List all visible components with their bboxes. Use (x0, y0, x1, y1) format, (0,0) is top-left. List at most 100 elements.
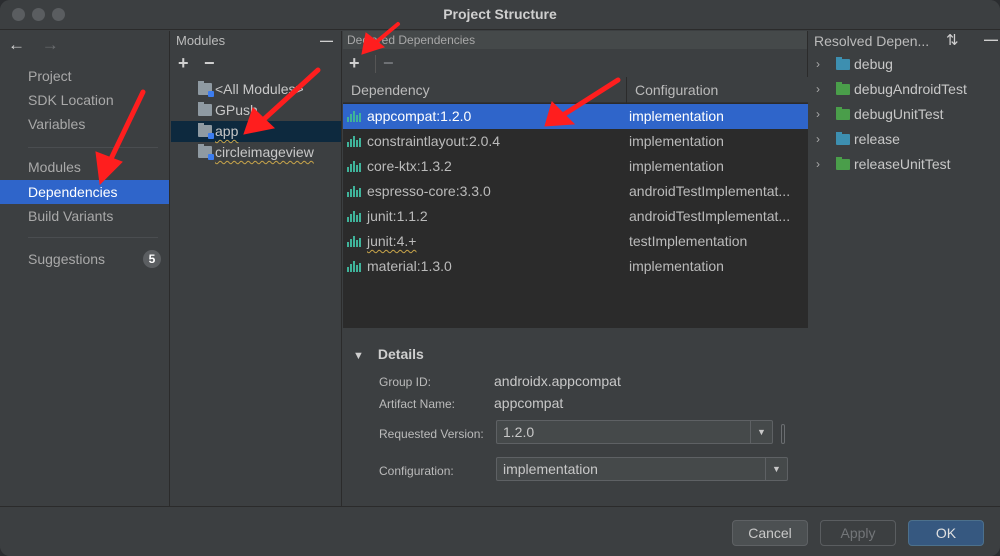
chevron-right-icon[interactable]: › (816, 152, 820, 177)
nav-item-suggestions[interactable]: Suggestions 5 (0, 247, 169, 271)
module-item-gpush[interactable]: GPush (171, 100, 341, 121)
suggestions-count-badge: 5 (143, 250, 161, 268)
module-item-app[interactable]: app (171, 121, 341, 142)
resolved-item-label: debugAndroidTest (854, 81, 967, 97)
sort-icon[interactable]: ⇅ (946, 31, 959, 49)
remove-module-button[interactable]: − (204, 53, 215, 74)
table-row[interactable]: core-ktx:1.3.2 implementation (343, 154, 808, 179)
nav-item-modules[interactable]: Modules (0, 155, 169, 179)
group-id-value: androidx.appcompat (494, 373, 621, 389)
module-folder-icon (198, 123, 214, 139)
details-panel: ▼ Details Group ID: androidx.appcompat Ar… (343, 327, 808, 506)
modules-header-label: Modules (176, 33, 226, 48)
folder-icon (836, 82, 850, 95)
forward-arrow-icon[interactable]: → (42, 35, 59, 54)
back-arrow-icon[interactable]: ← (8, 35, 25, 54)
nav-item-project[interactable]: Project (0, 64, 169, 88)
project-structure-dialog: Project Structure ← → Project SDK Locati… (0, 0, 1000, 556)
collapse-icon[interactable]: — (320, 31, 333, 51)
resolved-item[interactable]: › debug (809, 52, 1000, 77)
chevron-down-icon[interactable]: ▼ (765, 458, 787, 480)
library-icon (347, 186, 362, 197)
dependencies-table: Dependency Configuration appcompat:1.2.0… (343, 77, 808, 327)
declared-dependencies-header: Declared Dependencies (343, 31, 807, 49)
library-icon (347, 236, 362, 247)
library-icon (347, 261, 362, 272)
module-label: circleimageview (215, 144, 314, 160)
column-header-configuration[interactable]: Configuration (626, 77, 808, 103)
configuration-label: Configuration: (379, 464, 454, 478)
dependency-configuration: implementation (629, 258, 724, 274)
version-scroll-handle[interactable] (781, 424, 785, 444)
details-title[interactable]: ▼ Details (353, 346, 424, 362)
nav-item-variables[interactable]: Variables (0, 112, 169, 136)
requested-version-combo[interactable]: 1.2.0 ▼ (496, 420, 773, 444)
module-folder-icon (198, 81, 214, 97)
dependency-name: junit:4.+ (367, 233, 417, 249)
artifact-name-value: appcompat (494, 395, 564, 411)
dependency-name: junit:1.1.2 (367, 208, 428, 224)
module-item-all-modules[interactable]: <All Modules> (171, 79, 341, 100)
resolved-item[interactable]: › debugUnitTest (809, 102, 1000, 127)
requested-version-label: Requested Version: (379, 427, 484, 441)
table-row[interactable]: junit:4.+ testImplementation (343, 229, 808, 254)
title-bar: Project Structure (0, 0, 1000, 30)
module-folder-icon (198, 102, 212, 116)
library-icon (347, 161, 362, 172)
dialog-footer: Cancel Apply OK (0, 506, 1000, 556)
add-module-button[interactable]: + (178, 53, 189, 74)
table-row[interactable]: material:1.3.0 implementation (343, 254, 808, 279)
collapse-icon[interactable]: — (984, 31, 998, 47)
details-title-label: Details (377, 346, 424, 362)
nav-item-label: Suggestions (28, 251, 106, 267)
cancel-button[interactable]: Cancel (732, 520, 808, 546)
add-dependency-button[interactable]: + (349, 53, 360, 74)
table-row[interactable]: appcompat:1.2.0 implementation (343, 104, 808, 129)
group-id-label: Group ID: (379, 375, 432, 389)
nav-sidebar: ← → Project SDK Location Variables Modul… (0, 31, 170, 506)
chevron-right-icon[interactable]: › (816, 102, 820, 127)
dependency-name: appcompat:1.2.0 (367, 108, 472, 124)
dependency-configuration: testImplementation (629, 233, 748, 249)
resolved-dependencies-pane: Resolved Depen... ⇅ — › debug › debugAndroi… (809, 31, 1000, 506)
dependency-name: constraintlayout:2.0.4 (367, 133, 501, 149)
nav-item-build-variants[interactable]: Build Variants (0, 204, 169, 228)
module-folder-icon (198, 144, 214, 160)
dependency-configuration: implementation (629, 108, 724, 124)
nav-divider (28, 237, 158, 238)
folder-icon (836, 132, 850, 145)
collapse-triangle-icon: ▼ (353, 350, 364, 362)
chevron-right-icon[interactable]: › (816, 77, 820, 102)
resolved-item-label: debugUnitTest (854, 106, 944, 122)
resolved-item[interactable]: › release (809, 127, 1000, 152)
chevron-down-icon[interactable]: ▼ (750, 421, 772, 443)
library-icon (347, 211, 362, 222)
requested-version-value: 1.2.0 (503, 424, 535, 440)
resolved-item[interactable]: › releaseUnitTest (809, 152, 1000, 177)
remove-dependency-button[interactable]: − (383, 53, 394, 74)
table-row[interactable]: espresso-core:3.3.0 androidTestImplementa… (343, 179, 808, 204)
apply-button[interactable]: Apply (820, 520, 896, 546)
nav-item-sdk-location[interactable]: SDK Location (0, 88, 169, 112)
chevron-right-icon[interactable]: › (816, 52, 820, 77)
module-item-circleimageview[interactable]: circleimageview (171, 142, 341, 163)
configuration-combo[interactable]: implementation ▼ (496, 457, 788, 481)
dependency-configuration: androidTestImplementat... (629, 208, 791, 224)
dependency-name: material:1.3.0 (367, 258, 452, 274)
nav-divider (28, 147, 158, 148)
modules-header: Modules — (171, 31, 341, 51)
ok-button[interactable]: OK (908, 520, 984, 546)
nav-item-dependencies[interactable]: Dependencies (0, 180, 169, 204)
toolbar-divider (375, 55, 376, 73)
table-row[interactable]: constraintlayout:2.0.4 implementation (343, 129, 808, 154)
folder-icon (836, 107, 850, 120)
resolved-item[interactable]: › debugAndroidTest (809, 77, 1000, 102)
module-label: GPush (215, 102, 258, 118)
column-header-dependency[interactable]: Dependency (343, 77, 626, 103)
folder-icon (836, 157, 850, 170)
table-row[interactable]: junit:1.1.2 androidTestImplementat... (343, 204, 808, 229)
module-label: <All Modules> (215, 81, 304, 97)
table-header: Dependency Configuration (343, 77, 808, 103)
resolved-item-label: releaseUnitTest (854, 156, 951, 172)
chevron-right-icon[interactable]: › (816, 127, 820, 152)
